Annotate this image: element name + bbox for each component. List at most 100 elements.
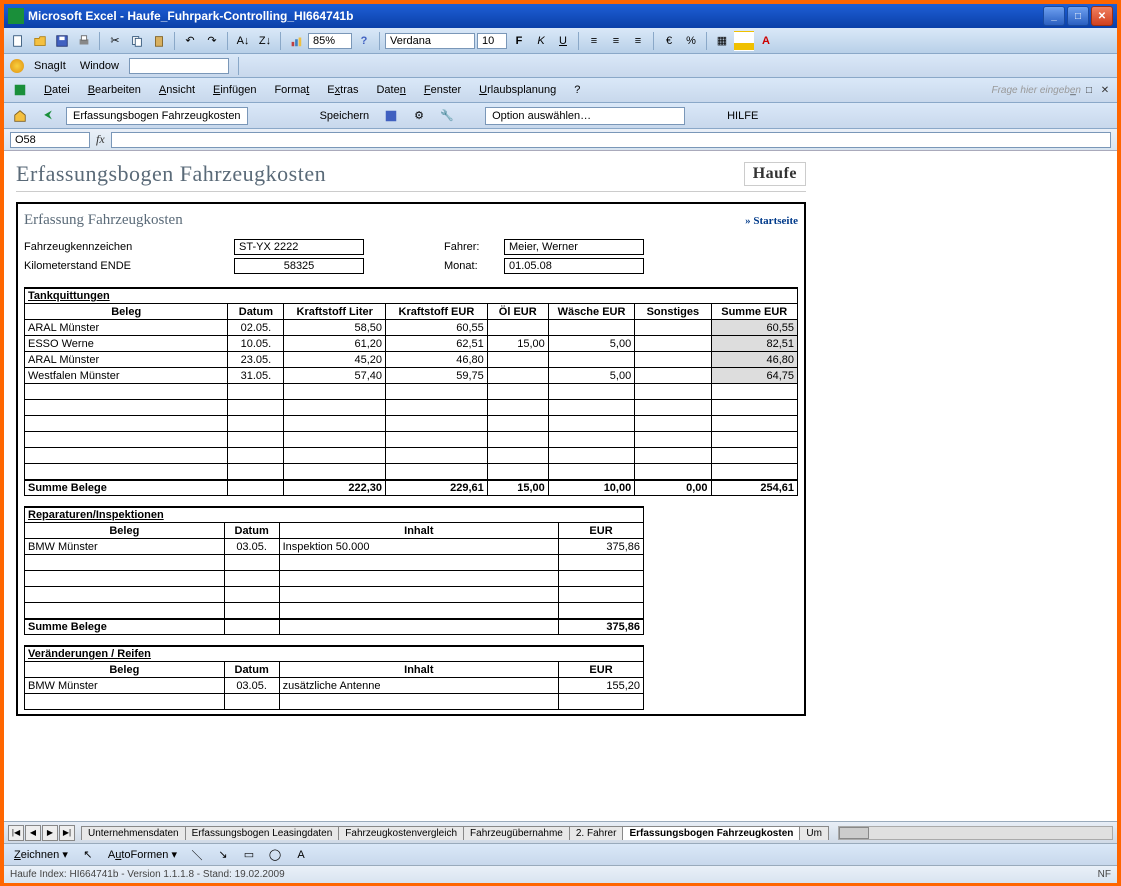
table-row[interactable]: BMW Münster03.05.zusätzliche Antenne155,… xyxy=(25,678,644,694)
gear-icon[interactable]: ⚙ xyxy=(409,106,429,126)
startseite-link[interactable]: » Startseite xyxy=(745,215,798,227)
table-row[interactable] xyxy=(25,384,798,400)
table-row[interactable] xyxy=(25,400,798,416)
fontcolor-icon[interactable]: A xyxy=(756,31,776,51)
fahrer-value[interactable]: Meier, Werner xyxy=(504,239,644,255)
underline-icon[interactable]: U xyxy=(553,31,573,51)
name-box[interactable] xyxy=(10,132,90,148)
table-row[interactable] xyxy=(25,587,644,603)
help-icon[interactable]: ? xyxy=(354,31,374,51)
menu-bearbeiten[interactable]: Bearbeiten xyxy=(84,82,145,98)
kennzeichen-value[interactable]: ST-YX 2222 xyxy=(234,239,364,255)
minimize-button[interactable]: _ xyxy=(1043,6,1065,26)
menu-einfuegen[interactable]: Einfügen xyxy=(209,82,260,98)
borders-icon[interactable]: ▦ xyxy=(712,31,732,51)
undo-icon[interactable]: ↶ xyxy=(180,31,200,51)
menu-format[interactable]: Format xyxy=(270,82,313,98)
tab-prev-icon[interactable]: ◀ xyxy=(25,825,41,841)
sheet-tab[interactable]: Um xyxy=(799,826,829,840)
ask-question-input[interactable]: Frage hier eingeben xyxy=(991,85,1081,96)
menu-fenster[interactable]: Fenster xyxy=(420,82,465,98)
autoformen-menu[interactable]: AutoFormen ▾ xyxy=(104,848,181,861)
bold-icon[interactable]: F xyxy=(509,31,529,51)
rect-icon[interactable]: ▭ xyxy=(239,845,259,865)
table-row[interactable] xyxy=(25,416,798,432)
menu-datei[interactable]: Datei xyxy=(40,82,74,98)
menu-ansicht[interactable]: Ansicht xyxy=(155,82,199,98)
align-left-icon[interactable]: ≡ xyxy=(584,31,604,51)
sheet-tab[interactable]: 2. Fahrer xyxy=(569,826,624,840)
align-center-icon[interactable]: ≡ xyxy=(606,31,626,51)
menu-help[interactable]: ? xyxy=(570,82,584,98)
copy-icon[interactable] xyxy=(127,31,147,51)
font-select[interactable] xyxy=(385,33,475,49)
sheet-tab[interactable]: Fahrzeugübernahme xyxy=(463,826,570,840)
percent-icon[interactable]: % xyxy=(681,31,701,51)
sort-desc-icon[interactable]: Z↓ xyxy=(255,31,275,51)
paste-icon[interactable] xyxy=(149,31,169,51)
tab-last-icon[interactable]: ▶| xyxy=(59,825,75,841)
table-row[interactable] xyxy=(25,432,798,448)
sheet-tab[interactable]: Erfassungsbogen Leasingdaten xyxy=(185,826,340,840)
snagit-input[interactable] xyxy=(129,58,229,74)
monat-value[interactable]: 01.05.08 xyxy=(504,258,644,274)
line-icon[interactable]: ＼ xyxy=(187,845,207,865)
custom-sheet-select[interactable]: Erfassungsbogen Fahrzeugkosten xyxy=(66,107,248,125)
tab-first-icon[interactable]: |◀ xyxy=(8,825,24,841)
table-row[interactable] xyxy=(25,464,798,480)
table-row[interactable]: ARAL Münster23.05.45,2046,8046,80 xyxy=(25,352,798,368)
table-row[interactable]: ESSO Werne10.05.61,2062,5115,005,0082,51 xyxy=(25,336,798,352)
page-subtitle: Erfassung Fahrzeugkosten xyxy=(24,212,183,229)
fontsize-select[interactable] xyxy=(477,33,507,49)
table-row[interactable] xyxy=(25,603,644,619)
table-row[interactable] xyxy=(25,694,644,710)
redo-icon[interactable]: ↷ xyxy=(202,31,222,51)
home-icon[interactable] xyxy=(10,106,30,126)
align-right-icon[interactable]: ≡ xyxy=(628,31,648,51)
menu-urlaubsplanung[interactable]: Urlaubsplanung xyxy=(475,82,560,98)
table-row[interactable] xyxy=(25,555,644,571)
sheet-tab[interactable]: Fahrzeugkostenvergleich xyxy=(338,826,464,840)
italic-icon[interactable]: K xyxy=(531,31,551,51)
fillcolor-icon[interactable] xyxy=(734,31,754,51)
table-row[interactable]: Westfalen Münster31.05.57,4059,755,0064,… xyxy=(25,368,798,384)
doc-close-icon[interactable]: ✕ xyxy=(1099,84,1111,96)
doc-restore-icon[interactable]: □ xyxy=(1083,84,1095,96)
print-icon[interactable] xyxy=(74,31,94,51)
save2-icon[interactable] xyxy=(381,106,401,126)
table-row[interactable]: ARAL Münster02.05.58,5060,5560,55 xyxy=(25,320,798,336)
sheet-tab[interactable]: Erfassungsbogen Fahrzeugkosten xyxy=(622,826,800,840)
menu-daten[interactable]: Daten xyxy=(372,82,409,98)
textbox-icon[interactable]: A xyxy=(291,845,311,865)
hilfe-label[interactable]: HILFE xyxy=(723,110,762,122)
select-icon[interactable]: ↖ xyxy=(78,845,98,865)
horizontal-scrollbar[interactable] xyxy=(838,826,1113,840)
formula-input[interactable] xyxy=(111,132,1111,148)
currency-icon[interactable]: € xyxy=(659,31,679,51)
zoom-input[interactable] xyxy=(308,33,352,49)
back-icon[interactable]: ⮜ xyxy=(38,106,58,126)
maximize-button[interactable]: □ xyxy=(1067,6,1089,26)
sort-asc-icon[interactable]: A↓ xyxy=(233,31,253,51)
fx-icon[interactable]: fx xyxy=(96,132,105,147)
table-row[interactable] xyxy=(25,448,798,464)
zeichnen-menu[interactable]: Zeichnen ▾ xyxy=(10,848,72,861)
option-select[interactable]: Option auswählen… xyxy=(485,107,685,125)
save-icon[interactable] xyxy=(52,31,72,51)
km-value[interactable]: 58325 xyxy=(234,258,364,274)
worksheet-area[interactable]: Erfassungsbogen Fahrzeugkosten Haufe Erf… xyxy=(4,151,1117,821)
chart-icon[interactable] xyxy=(286,31,306,51)
oval-icon[interactable]: ◯ xyxy=(265,845,285,865)
cut-icon[interactable]: ✂ xyxy=(105,31,125,51)
table-row[interactable]: BMW Münster03.05.Inspektion 50.000375,86 xyxy=(25,539,644,555)
tab-next-icon[interactable]: ▶ xyxy=(42,825,58,841)
workbook-icon[interactable] xyxy=(10,80,30,100)
arrow-icon[interactable]: ↘ xyxy=(213,845,233,865)
menu-extras[interactable]: Extras xyxy=(323,82,362,98)
tool-icon[interactable]: 🔧 xyxy=(437,106,457,126)
table-row[interactable] xyxy=(25,571,644,587)
sheet-tab[interactable]: Unternehmensdaten xyxy=(81,826,186,840)
new-icon[interactable] xyxy=(8,31,28,51)
open-icon[interactable] xyxy=(30,31,50,51)
close-button[interactable]: ✕ xyxy=(1091,6,1113,26)
